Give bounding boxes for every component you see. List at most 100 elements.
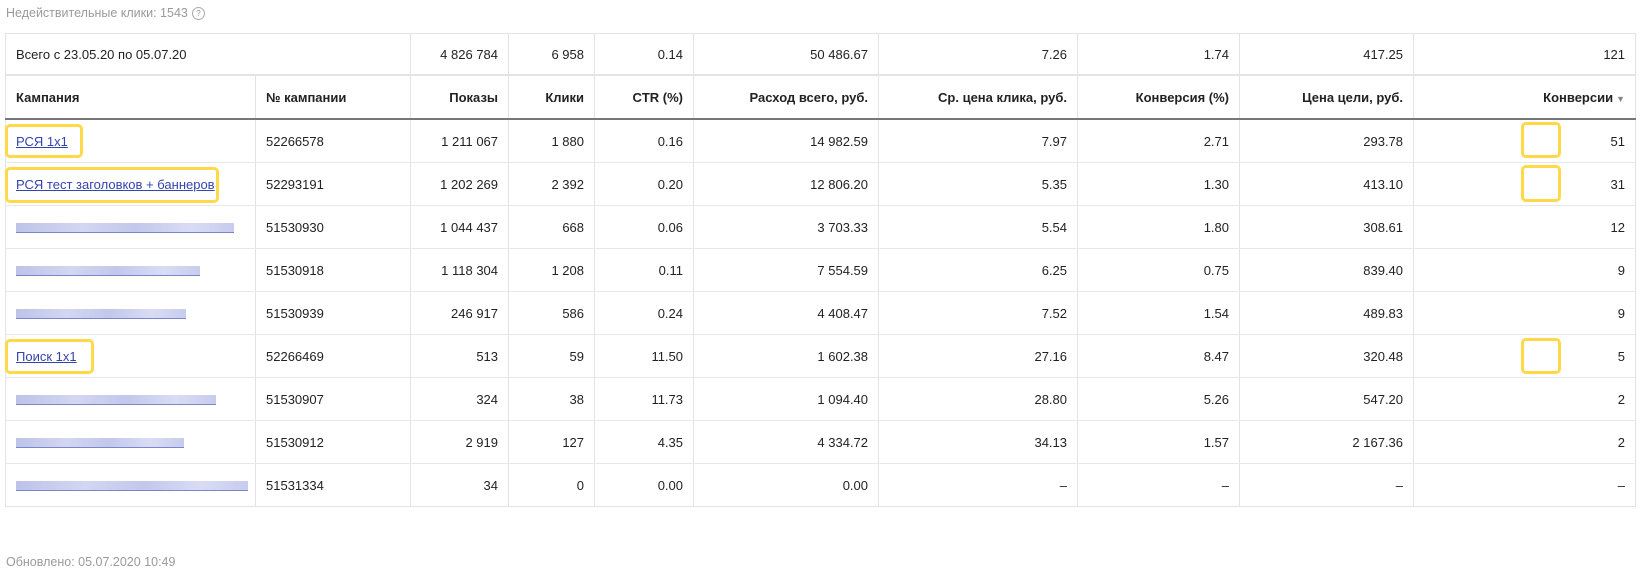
redacted-campaign-name (16, 309, 186, 320)
campaign-cell: РСЯ тест заголовков + баннеров (5, 162, 256, 206)
cell-impressions: 324 (410, 377, 510, 421)
cell-conversions: 2 (1413, 377, 1637, 421)
col-campaign[interactable]: Кампания (5, 75, 256, 120)
col-ctr[interactable]: CTR (%) (594, 75, 695, 120)
cell-ctr: 0.24 (594, 291, 695, 335)
invalid-clicks-note: Недействительные клики: 1543 ? (6, 6, 205, 20)
campaign-cell (5, 377, 256, 421)
cell-impressions: 1 202 269 (410, 162, 510, 206)
col-conversions-label: Конверсии (1543, 89, 1614, 105)
cell-ctr: 4.35 (594, 420, 695, 464)
campaign-link[interactable] (16, 478, 248, 493)
totals-row: Всего с 23.05.20 по 05.07.20 4 826 784 6… (4, 33, 1637, 76)
cell-conversions: 5 (1413, 334, 1637, 378)
cell-spend: 4 408.47 (693, 291, 880, 335)
campaign-cell (5, 420, 256, 464)
col-campaign-id[interactable]: № кампании (254, 75, 412, 120)
campaign-link[interactable]: РСЯ тест заголовков + баннеров (16, 177, 215, 192)
cell-conversions: 31 (1413, 162, 1637, 206)
cell-conversion-rate: 1.57 (1077, 420, 1241, 464)
cell-conversion-rate: 0.75 (1077, 248, 1241, 292)
cell-conversions: 12 (1413, 205, 1637, 249)
table-row: Поиск 1x1 52266469 513 59 11.50 1 602.38 27.16… (5, 334, 1637, 378)
cell-avg-cpc: 5.35 (878, 162, 1079, 206)
cell-spend: 4 334.72 (693, 420, 880, 464)
cell-goal-cost: 2 167.36 (1239, 420, 1415, 464)
campaign-link[interactable]: Поиск 1x1 (16, 349, 77, 364)
redacted-campaign-name (16, 438, 184, 449)
cell-conversions: 9 (1413, 291, 1637, 335)
cell-id: 51530939 (254, 291, 412, 335)
col-goal-cost[interactable]: Цена цели, руб. (1239, 75, 1415, 120)
cell-avg-cpc: 7.52 (878, 291, 1079, 335)
cell-conversion-rate: 8.47 (1077, 334, 1241, 378)
table-row: 51530918 1 118 304 1 208 0.11 7 554.59 6.25 0.… (5, 248, 1637, 292)
totals-label: Всего с 23.05.20 по 05.07.20 (4, 33, 412, 76)
cell-conversion-rate: 2.71 (1077, 119, 1241, 163)
cell-clicks: 2 392 (508, 162, 596, 206)
sort-desc-icon[interactable]: ▼ (1616, 94, 1625, 104)
campaign-link[interactable]: РСЯ 1x1 (16, 134, 68, 149)
table-row: 51530930 1 044 437 668 0.06 3 703.33 5.54 1.80… (5, 205, 1637, 249)
cell-spend: 3 703.33 (693, 205, 880, 249)
col-conversion-rate[interactable]: Конверсия (%) (1077, 75, 1241, 120)
cell-goal-cost: 547.20 (1239, 377, 1415, 421)
campaign-link[interactable] (16, 306, 186, 321)
cell-ctr: 0.00 (594, 463, 695, 507)
cell-spend: 7 554.59 (693, 248, 880, 292)
cell-goal-cost: 839.40 (1239, 248, 1415, 292)
col-impressions[interactable]: Показы (410, 75, 510, 120)
col-clicks[interactable]: Клики (508, 75, 596, 120)
cell-avg-cpc: 28.80 (878, 377, 1079, 421)
cell-goal-cost: – (1239, 463, 1415, 507)
cell-conversions: 2 (1413, 420, 1637, 464)
totals-conversions: 121 (1413, 33, 1637, 76)
help-icon[interactable]: ? (191, 6, 205, 20)
cell-id: 51530930 (254, 205, 412, 249)
cell-id: 52266469 (254, 334, 412, 378)
cell-impressions: 34 (410, 463, 510, 507)
cell-conversions: – (1413, 463, 1637, 507)
cell-ctr: 11.50 (594, 334, 695, 378)
cell-ctr: 11.73 (594, 377, 695, 421)
campaign-link[interactable] (16, 263, 200, 278)
campaign-link[interactable] (16, 392, 216, 407)
redacted-campaign-name (16, 481, 248, 492)
cell-avg-cpc: 7.97 (878, 119, 1079, 163)
campaign-cell (5, 205, 256, 249)
campaign-cell (5, 463, 256, 507)
table-row: 51531334 34 0 0.00 0.00– – – – (5, 463, 1637, 507)
redacted-campaign-name (16, 395, 216, 406)
cell-clicks: 127 (508, 420, 596, 464)
cell-ctr: 0.06 (594, 205, 695, 249)
campaign-link[interactable] (16, 435, 184, 450)
col-spend[interactable]: Расход всего, руб. (693, 75, 880, 120)
campaign-cell (5, 248, 256, 292)
campaign-link[interactable] (16, 220, 234, 235)
cell-avg-cpc: 34.13 (878, 420, 1079, 464)
cell-goal-cost: 308.61 (1239, 205, 1415, 249)
cell-id: 52266578 (254, 119, 412, 163)
cell-impressions: 1 044 437 (410, 205, 510, 249)
table-row: РСЯ тест заголовков + баннеров 52293191 1 … (5, 162, 1637, 206)
table-row: 51530912 2 919 127 4.35 4 334.72 34.13 1.57 2 1… (5, 420, 1637, 464)
cell-goal-cost: 293.78 (1239, 119, 1415, 163)
cell-clicks: 668 (508, 205, 596, 249)
cell-spend: 1 602.38 (693, 334, 880, 378)
cell-ctr: 0.11 (594, 248, 695, 292)
campaign-cell: Поиск 1x1 (5, 334, 256, 378)
cell-conversions: 9 (1413, 248, 1637, 292)
col-conversions[interactable]: Конверсии ▼ (1413, 75, 1637, 120)
cell-goal-cost: 413.10 (1239, 162, 1415, 206)
cell-goal-cost: 320.48 (1239, 334, 1415, 378)
cell-spend: 0.00 (693, 463, 880, 507)
table-header: Кампания № кампании Показы Клики CTR (%)… (5, 75, 1637, 120)
cell-conversion-rate: 5.26 (1077, 377, 1241, 421)
table-row: 51530939 246 917 586 0.24 4 408.47 7.52 1.54 48… (5, 291, 1637, 335)
totals-spend: 50 486.67 (693, 33, 880, 76)
col-avg-cpc[interactable]: Ср. цена клика, руб. (878, 75, 1079, 120)
cell-id: 52293191 (254, 162, 412, 206)
cell-clicks: 38 (508, 377, 596, 421)
cell-id: 51530918 (254, 248, 412, 292)
cell-impressions: 246 917 (410, 291, 510, 335)
